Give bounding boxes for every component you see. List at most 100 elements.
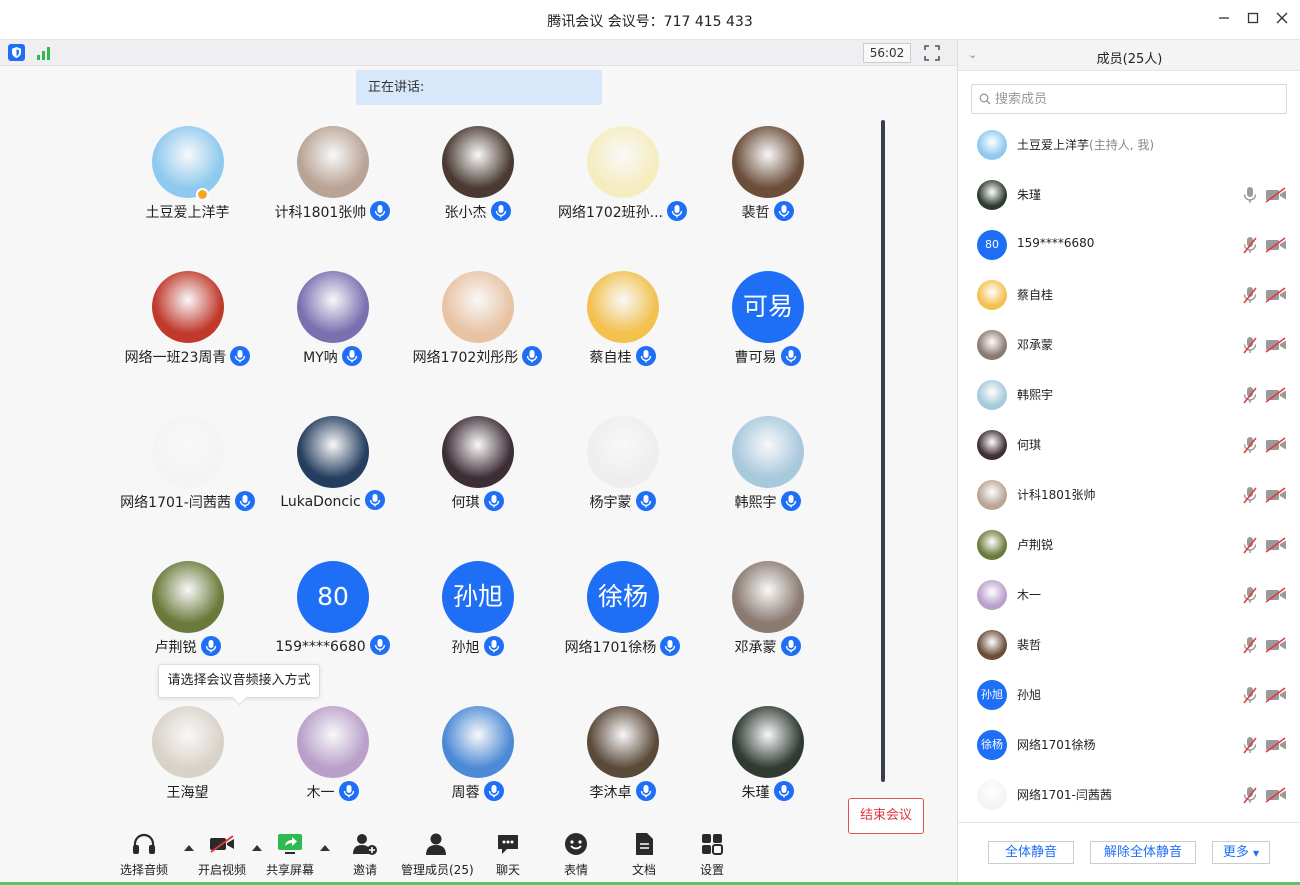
more-button[interactable]: 更多 ▼ bbox=[1212, 841, 1270, 864]
participant-tile[interactable]: 何琪 bbox=[405, 412, 550, 522]
member-row[interactable]: 卢荆锐 bbox=[958, 520, 1300, 570]
participant-tile[interactable]: 裴哲 bbox=[695, 122, 840, 232]
member-row[interactable]: 80 159****6680 bbox=[958, 220, 1300, 270]
end-meeting-button[interactable]: 结束会议 bbox=[848, 798, 924, 834]
member-row[interactable]: 何琪 bbox=[958, 420, 1300, 470]
participant-tile[interactable]: 李沐卓 bbox=[550, 702, 695, 812]
camera-off-icon[interactable] bbox=[1265, 537, 1287, 553]
mic-muted-icon[interactable] bbox=[1242, 686, 1258, 704]
mic-muted-icon[interactable] bbox=[1242, 386, 1258, 404]
member-row[interactable]: 计科1801张帅 bbox=[958, 470, 1300, 520]
member-avatar bbox=[977, 380, 1007, 410]
participant-tile[interactable]: MY呐 bbox=[260, 267, 405, 377]
member-row[interactable]: 邓承蒙 bbox=[958, 320, 1300, 370]
member-row[interactable]: 孙旭 孙旭 bbox=[958, 670, 1300, 720]
camera-off-icon[interactable] bbox=[1265, 637, 1287, 653]
camera-off-icon[interactable] bbox=[1265, 387, 1287, 403]
video-button[interactable]: 开启视频 bbox=[187, 830, 257, 878]
camera-off-icon[interactable] bbox=[1265, 287, 1287, 303]
participant-tile[interactable]: 计科1801张帅 bbox=[260, 122, 405, 232]
participant-name: 韩熙宇 bbox=[734, 495, 777, 511]
share-screen-button[interactable]: 共享屏幕 bbox=[255, 830, 325, 878]
unmute-all-button[interactable]: 解除全体静音 bbox=[1090, 841, 1196, 864]
member-row[interactable]: 裴哲 bbox=[958, 620, 1300, 670]
fullscreen-icon[interactable] bbox=[923, 44, 941, 62]
participant-tile[interactable]: 王海望 bbox=[115, 702, 260, 812]
mic-muted-icon[interactable] bbox=[1242, 236, 1258, 254]
participant-tile[interactable]: 邓承蒙 bbox=[695, 557, 840, 667]
member-avatar bbox=[977, 530, 1007, 560]
camera-off-icon[interactable] bbox=[1265, 487, 1287, 503]
mic-icon[interactable] bbox=[1242, 186, 1258, 204]
member-row[interactable]: 韩熙宇 bbox=[958, 370, 1300, 420]
chat-button[interactable]: 聊天 bbox=[473, 830, 543, 878]
camera-off-icon[interactable] bbox=[1265, 787, 1287, 803]
member-row[interactable]: 网络1701-闫茜茜 bbox=[958, 770, 1300, 820]
settings-label: 设置 bbox=[699, 863, 724, 877]
member-row[interactable]: 土豆爱上洋芋(主持人, 我) bbox=[958, 120, 1300, 170]
participant-avatar bbox=[587, 126, 659, 198]
camera-off-icon[interactable] bbox=[1265, 337, 1287, 353]
audio-button[interactable]: 选择音频 bbox=[109, 830, 179, 878]
participant-avatar bbox=[587, 416, 659, 488]
participant-tile[interactable]: 朱瑾 bbox=[695, 702, 840, 812]
camera-off-icon[interactable] bbox=[1265, 687, 1287, 703]
share-options-caret[interactable] bbox=[320, 845, 330, 851]
participant-avatar: 孙旭 bbox=[442, 561, 514, 633]
participant-tile[interactable]: 徐杨 网络1701徐杨 bbox=[550, 557, 695, 667]
participant-tile[interactable]: 杨宇蒙 bbox=[550, 412, 695, 522]
member-row[interactable]: 朱瑾 bbox=[958, 170, 1300, 220]
participant-tile[interactable]: 张小杰 bbox=[405, 122, 550, 232]
participant-tile[interactable]: 网络1702刘彤彤 bbox=[405, 267, 550, 377]
mic-muted-icon[interactable] bbox=[1242, 286, 1258, 304]
participant-tile[interactable]: 80 159****6680 bbox=[260, 557, 405, 667]
mic-muted-icon[interactable] bbox=[1242, 586, 1258, 604]
member-row[interactable]: 木一 bbox=[958, 570, 1300, 620]
emoji-icon bbox=[565, 833, 587, 855]
minimize-button[interactable] bbox=[1214, 10, 1234, 30]
documents-button[interactable]: 文档 bbox=[609, 830, 679, 878]
participant-tile[interactable]: 卢荆锐 bbox=[115, 557, 260, 667]
participant-avatar: 80 bbox=[297, 561, 369, 633]
mic-icon bbox=[483, 636, 504, 656]
participant-tile[interactable]: 周蓉 bbox=[405, 702, 550, 812]
camera-off-icon[interactable] bbox=[1265, 437, 1287, 453]
settings-button[interactable]: 设置 bbox=[677, 830, 747, 878]
participant-tile[interactable]: 网络一班23周青 bbox=[115, 267, 260, 377]
participant-tile[interactable]: 土豆爱上洋芋 bbox=[115, 122, 260, 232]
participant-tile[interactable]: 可易 曹可易 bbox=[695, 267, 840, 377]
manage-members-button[interactable]: 管理成员(25) bbox=[401, 830, 474, 878]
member-row[interactable]: 徐杨 网络1701徐杨 bbox=[958, 720, 1300, 770]
security-shield-icon[interactable] bbox=[8, 44, 25, 61]
camera-off-icon[interactable] bbox=[1265, 237, 1287, 253]
mic-muted-icon[interactable] bbox=[1242, 536, 1258, 554]
mic-muted-icon[interactable] bbox=[1242, 436, 1258, 454]
mic-muted-icon[interactable] bbox=[1242, 336, 1258, 354]
camera-off-icon[interactable] bbox=[1265, 737, 1287, 753]
emoji-button[interactable]: 表情 bbox=[541, 830, 611, 878]
maximize-button[interactable] bbox=[1243, 10, 1263, 30]
participant-tile[interactable]: 韩熙宇 bbox=[695, 412, 840, 522]
participant-name: 裴哲 bbox=[741, 205, 770, 221]
close-button[interactable] bbox=[1272, 10, 1292, 30]
grid-scrollbar[interactable] bbox=[881, 120, 885, 782]
mic-muted-icon[interactable] bbox=[1242, 736, 1258, 754]
camera-off-icon[interactable] bbox=[1265, 587, 1287, 603]
participant-name: 何琪 bbox=[451, 495, 480, 511]
invite-button[interactable]: 邀请 bbox=[330, 830, 400, 878]
participant-tile[interactable]: LukaDoncic bbox=[260, 412, 405, 522]
mute-all-button[interactable]: 全体静音 bbox=[988, 841, 1074, 864]
camera-off-icon[interactable] bbox=[1265, 187, 1287, 203]
participant-tile[interactable]: 木一 bbox=[260, 702, 405, 812]
participant-tile[interactable]: 孙旭 孙旭 bbox=[405, 557, 550, 667]
participant-name: LukaDoncic bbox=[280, 494, 361, 510]
member-row[interactable]: 蔡自桂 bbox=[958, 270, 1300, 320]
participant-tile[interactable]: 网络1701-闫茜茜 bbox=[115, 412, 260, 522]
mic-muted-icon[interactable] bbox=[1242, 786, 1258, 804]
member-search-input[interactable] bbox=[995, 89, 1275, 109]
participant-tile[interactable]: 蔡自桂 bbox=[550, 267, 695, 377]
participant-tile[interactable]: 网络1702班孙... bbox=[550, 122, 695, 232]
network-signal-icon[interactable] bbox=[36, 46, 52, 60]
mic-muted-icon[interactable] bbox=[1242, 636, 1258, 654]
mic-muted-icon[interactable] bbox=[1242, 486, 1258, 504]
